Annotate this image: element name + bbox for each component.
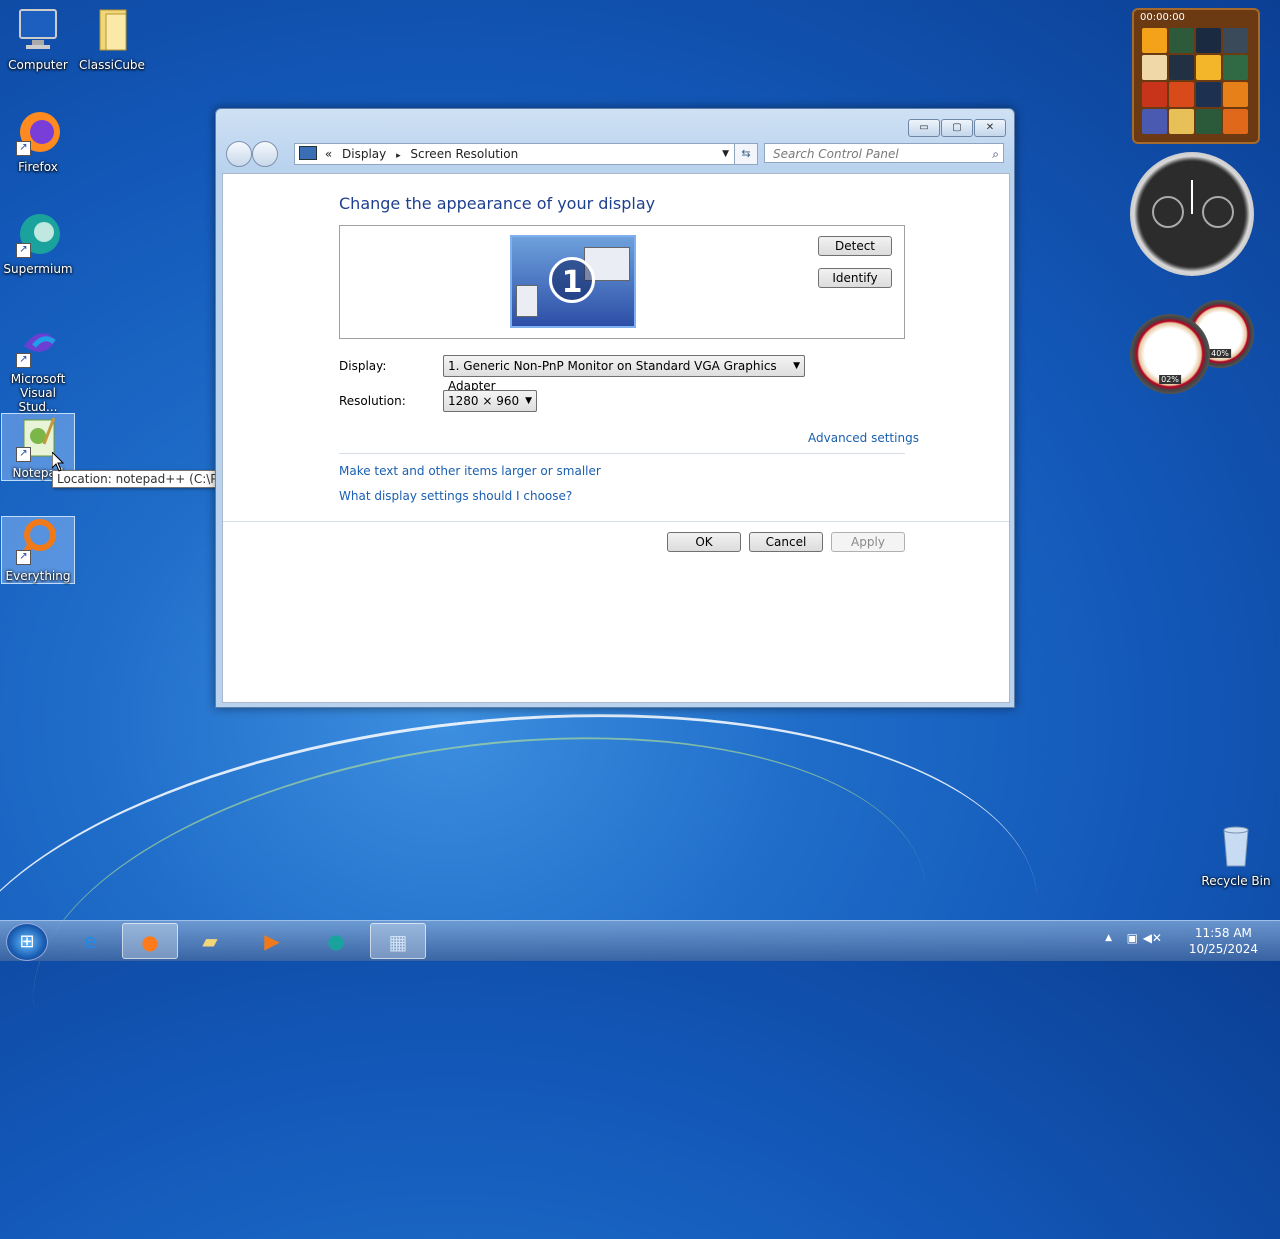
control-panel-icon — [299, 146, 317, 160]
show-hidden-icons-icon[interactable]: ▲ — [1105, 933, 1112, 943]
memory-value: 40% — [1209, 349, 1231, 358]
firefox-taskbar-icon[interactable]: ● — [122, 923, 178, 959]
desktop-icon-recycle-bin[interactable]: Recycle Bin — [1198, 822, 1274, 888]
shortcut-arrow-icon: ↗ — [16, 353, 31, 368]
shortcut-arrow-icon: ↗ — [16, 141, 31, 156]
desktop-icon-everything[interactable]: ↗ Everything — [1, 516, 75, 584]
control-panel-taskbar-icon[interactable]: ▦ — [370, 923, 426, 959]
puzzle-tiles[interactable] — [1142, 28, 1248, 134]
desktop-icon-classicube[interactable]: ClassiCube — [74, 6, 150, 72]
navigation-bar: « Display ▸ Screen Resolution ▼ ⇆ Search… — [224, 141, 1006, 167]
clock-hand — [1191, 180, 1193, 214]
monitor-1-icon[interactable]: 1 — [510, 235, 636, 328]
resolution-select-value: 1280 × 960 — [448, 394, 520, 408]
page-title: Change the appearance of your display — [339, 194, 656, 213]
address-bar[interactable]: « Display ▸ Screen Resolution ▼ — [294, 143, 756, 165]
desktop-icon-label: Firefox — [18, 160, 58, 174]
cancel-button[interactable]: Cancel — [749, 532, 823, 552]
detect-button[interactable]: Detect — [818, 236, 892, 256]
chevron-down-icon: ▼ — [525, 396, 532, 406]
maximize-button[interactable]: ▢ — [941, 119, 973, 137]
display-preview-area: 1 Detect Identify — [339, 225, 905, 339]
resolution-label: Resolution: — [339, 394, 406, 408]
supermium-icon: ↗ — [14, 210, 62, 258]
display-select-value: 1. Generic Non-PnP Monitor on Standard V… — [448, 359, 777, 393]
breadcrumb-screen-resolution[interactable]: Screen Resolution — [410, 147, 518, 161]
monitor-number: 1 — [549, 257, 595, 303]
taskbar: ⊞ e ● ▰ ▶ ● ▦ ▲ ▣ ◀✕ 11:58 AM 10/25/2024 — [0, 920, 1280, 961]
divider — [339, 453, 905, 454]
desktop-icon-supermium[interactable]: ↗ Supermium — [0, 210, 76, 276]
display-help-link[interactable]: What display settings should I choose? — [339, 489, 572, 503]
everything-icon: ↗ — [14, 517, 62, 565]
puzzle-timer: 00:00:00 — [1140, 12, 1185, 23]
clock-time: 11:58 AM — [1194, 926, 1252, 940]
clock-subdial — [1152, 196, 1184, 228]
breadcrumb-display[interactable]: Display — [342, 147, 386, 161]
text-size-link[interactable]: Make text and other items larger or smal… — [339, 464, 601, 478]
minimize-button[interactable]: ▭ — [908, 119, 940, 137]
network-icon[interactable]: ▣ — [1127, 931, 1138, 945]
desktop-icon-label: Everything — [5, 569, 71, 583]
ok-button[interactable]: OK — [667, 532, 741, 552]
desktop-icon-computer[interactable]: Computer — [0, 6, 76, 72]
file-explorer-icon[interactable]: ▰ — [182, 923, 238, 959]
apply-button[interactable]: Apply — [831, 532, 905, 552]
folder-icon — [88, 6, 136, 54]
resolution-select[interactable]: 1280 × 960 ▼ — [443, 390, 537, 412]
display-select[interactable]: 1. Generic Non-PnP Monitor on Standard V… — [443, 355, 805, 393]
shortcut-arrow-icon: ↗ — [16, 550, 31, 565]
supermium-taskbar-icon[interactable]: ● — [308, 923, 364, 959]
taskbar-clock[interactable]: 11:58 AM 10/25/2024 — [1189, 925, 1258, 957]
breadcrumb-separator: « — [324, 147, 333, 161]
cpu-meter-gadget[interactable]: 02% — [1130, 314, 1210, 394]
address-dropdown-icon[interactable]: ▼ — [722, 144, 729, 164]
clock-subdial — [1202, 196, 1234, 228]
visual-studio-icon: ↗ — [14, 320, 62, 368]
volume-muted-icon[interactable]: ◀✕ — [1143, 931, 1162, 945]
recycle-bin-icon — [1212, 822, 1260, 870]
desktop-icon-label: ClassiCube — [79, 58, 145, 72]
identify-button[interactable]: Identify — [818, 268, 892, 288]
desktop-icon-label: Microsoft Visual Stud... — [10, 372, 66, 414]
search-icon[interactable]: ⌕ — [992, 144, 999, 164]
media-player-icon[interactable]: ▶ — [244, 923, 300, 959]
cpu-value: 02% — [1159, 375, 1181, 384]
mouse-cursor-icon — [51, 450, 65, 475]
window-controls: ▭ ▢ ✕ — [908, 119, 1006, 137]
shortcut-arrow-icon: ↗ — [16, 243, 31, 258]
advanced-settings-link[interactable]: Advanced settings — [808, 431, 919, 445]
picture-puzzle-gadget[interactable]: 00:00:00 — [1132, 8, 1260, 144]
shortcut-arrow-icon: ↗ — [16, 447, 31, 462]
computer-icon — [14, 6, 62, 54]
breadcrumb-arrow-icon[interactable]: ▸ — [396, 151, 401, 161]
chevron-down-icon: ▼ — [793, 361, 800, 371]
window-thumbnail — [516, 285, 538, 317]
forward-button[interactable] — [252, 141, 278, 167]
refresh-button[interactable]: ⇆ — [734, 143, 758, 165]
display-label: Display: — [339, 359, 387, 373]
screen-resolution-window: ▭ ▢ ✕ « Display ▸ Screen Resolution ▼ ⇆ … — [215, 108, 1015, 708]
internet-explorer-icon[interactable]: e — [62, 923, 118, 959]
start-button[interactable]: ⊞ — [6, 923, 48, 961]
search-input[interactable]: Search Control Panel ⌕ — [764, 143, 1004, 163]
desktop-icon-label: Supermium — [3, 262, 73, 276]
divider — [223, 521, 1009, 522]
clock-gadget[interactable] — [1130, 152, 1254, 276]
content-pane: Change the appearance of your display 1 … — [222, 173, 1010, 703]
desktop-icon-label: Recycle Bin — [1201, 874, 1271, 888]
close-button[interactable]: ✕ — [974, 119, 1006, 137]
clock-date: 10/25/2024 — [1188, 942, 1258, 956]
desktop-icon-firefox[interactable]: ↗ Firefox — [0, 108, 76, 174]
firefox-icon: ↗ — [14, 108, 62, 156]
desktop-icon-label: Computer — [8, 58, 68, 72]
search-placeholder: Search Control Panel — [773, 147, 899, 161]
desktop-icon-visual-studio[interactable]: ↗ Microsoft Visual Stud... — [0, 320, 76, 414]
back-button[interactable] — [226, 141, 252, 167]
